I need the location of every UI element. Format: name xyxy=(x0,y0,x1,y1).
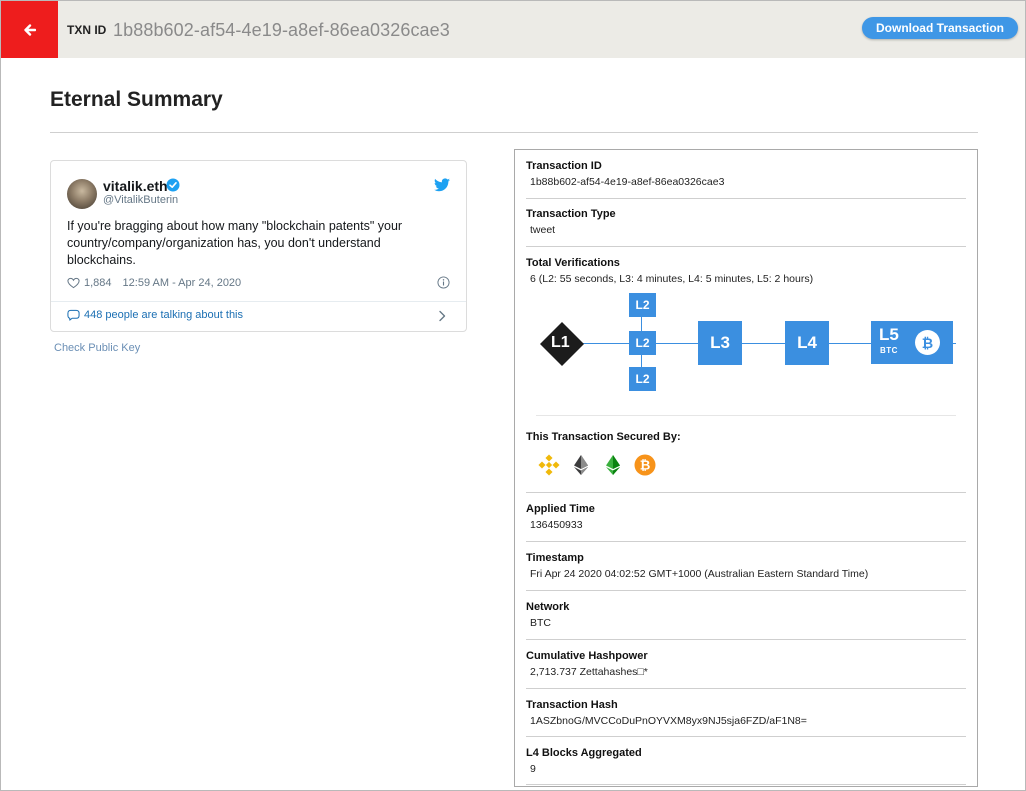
applied-time-value: 136450933 xyxy=(530,519,583,531)
divider xyxy=(526,639,966,640)
transaction-type-section: Transaction Type tweet xyxy=(526,208,966,236)
secured-by-section: This Transaction Secured By: xyxy=(526,431,966,443)
back-button[interactable] xyxy=(1,1,58,58)
total-verifications-label: Total Verifications xyxy=(526,257,620,269)
network-value: BTC xyxy=(530,617,551,629)
l2-node-bottom: L2 xyxy=(629,367,656,391)
l4-node: L4 xyxy=(785,321,829,365)
tweet-author-name[interactable]: vitalik.eth xyxy=(103,178,168,194)
top-bar: TXN ID 1b88b602-af54-4e19-a8ef-86ea0326c… xyxy=(1,1,1025,58)
applied-time-label: Applied Time xyxy=(526,503,595,515)
timestamp-label: Timestamp xyxy=(526,552,584,564)
l3-node: L3 xyxy=(698,321,742,365)
comment-icon xyxy=(67,309,80,321)
l4-blocks-value: 9 xyxy=(530,763,536,775)
l2-node-middle: L2 xyxy=(629,331,656,355)
tweet-datetime[interactable]: 12:59 AM - Apr 24, 2020 xyxy=(123,277,242,289)
l2-node-top: L2 xyxy=(629,293,656,317)
network-label: Network xyxy=(526,601,570,613)
tweet-text: If you're bragging about how many "block… xyxy=(67,219,403,267)
hashpower-label: Cumulative Hashpower xyxy=(526,650,648,662)
transaction-id-section: Transaction ID 1b88b602-af54-4e19-a8ef-8… xyxy=(526,160,966,188)
transaction-id-value: 1b88b602-af54-4e19-a8ef-86ea0326cae3 xyxy=(530,176,725,188)
l4-blocks-label: L4 Blocks Aggregated xyxy=(526,747,642,759)
txn-id-value: 1b88b602-af54-4e19-a8ef-86ea0326cae3 xyxy=(113,20,450,40)
transaction-hash-value: 1ASZbnoG/MVCCoDuPnOYVXM8yx9NJ5sja6FZD/aF… xyxy=(530,715,807,727)
l5-node: L5 BTC ₿ xyxy=(871,321,953,364)
l1-label: L1 xyxy=(551,334,570,351)
verification-diagram: L1 L2 L2 L2 L3 L4 L5 BTC ₿ xyxy=(526,290,966,394)
page-title: Eternal Summary xyxy=(50,88,223,111)
binance-icon xyxy=(538,454,560,476)
divider xyxy=(526,492,966,493)
info-icon[interactable] xyxy=(437,276,450,289)
ethereum-icon xyxy=(606,455,620,475)
l5-label: L5 xyxy=(879,325,899,344)
transaction-hash-label: Transaction Hash xyxy=(526,699,618,711)
applied-time-section: Applied Time 136450933 xyxy=(526,503,966,531)
bitcoin-icon: ₿ xyxy=(915,330,940,355)
divider xyxy=(526,590,966,591)
transaction-type-label: Transaction Type xyxy=(526,208,616,220)
chevron-right-icon[interactable] xyxy=(438,310,446,322)
divider xyxy=(536,415,956,416)
tweet-author-handle[interactable]: @VitalikButerin xyxy=(103,194,178,206)
l4-blocks-section: L4 Blocks Aggregated 9 xyxy=(526,747,966,775)
transaction-hash-section: Transaction Hash 1ASZbnoG/MVCCoDuPnOYVXM… xyxy=(526,699,966,727)
transaction-id-label: Transaction ID xyxy=(526,160,602,172)
txn-id-label: TXN ID xyxy=(67,23,107,37)
total-verifications-value: 6 (L2: 55 seconds, L3: 4 minutes, L4: 5 … xyxy=(530,273,814,285)
verified-icon xyxy=(166,178,180,192)
like-count[interactable]: 1,884 xyxy=(84,277,112,289)
bitcoin-icon: ₿ xyxy=(634,454,656,476)
transaction-type-value: tweet xyxy=(530,224,556,236)
divider xyxy=(526,541,966,542)
heart-icon[interactable] xyxy=(67,277,80,289)
ethereum-classic-icon xyxy=(574,455,588,475)
network-section: Network BTC xyxy=(526,601,966,629)
tweet-divider xyxy=(51,301,466,302)
tweet-conversation-link[interactable]: 448 people are talking about this xyxy=(67,309,243,321)
tweet-card[interactable]: vitalik.eth @VitalikButerin If you're br… xyxy=(50,160,467,332)
transaction-details-panel: Transaction ID 1b88b602-af54-4e19-a8ef-8… xyxy=(514,149,978,787)
secured-by-label: This Transaction Secured By: xyxy=(526,431,681,443)
hashpower-section: Cumulative Hashpower 2,713.737 Zettahash… xyxy=(526,650,966,678)
divider xyxy=(526,784,966,785)
hashpower-value: 2,713.737 Zettahashes□* xyxy=(530,666,648,678)
secured-by-coins: ₿ xyxy=(538,454,656,476)
l5-network-label: BTC xyxy=(880,346,898,355)
timestamp-section: Timestamp Fri Apr 24 2020 04:02:52 GMT+1… xyxy=(526,552,966,580)
arrow-left-icon xyxy=(23,23,36,36)
download-transaction-button[interactable]: Download Transaction xyxy=(862,17,1018,39)
twitter-bird-icon[interactable] xyxy=(434,178,450,192)
avatar[interactable] xyxy=(67,179,97,209)
tweet-meta: 1,884 12:59 AM - Apr 24, 2020 xyxy=(67,277,241,289)
divider xyxy=(526,736,966,737)
app-window: TXN ID 1b88b602-af54-4e19-a8ef-86ea0326c… xyxy=(0,0,1026,791)
title-divider xyxy=(50,132,978,133)
check-public-key-link[interactable]: Check Public Key xyxy=(54,342,140,354)
total-verifications-section: Total Verifications 6 (L2: 55 seconds, L… xyxy=(526,257,966,285)
divider xyxy=(526,198,966,199)
divider xyxy=(526,246,966,247)
timestamp-value: Fri Apr 24 2020 04:02:52 GMT+1000 (Austr… xyxy=(530,568,869,580)
divider xyxy=(526,688,966,689)
svg-text:₿: ₿ xyxy=(640,459,651,474)
tweet-talking-count: 448 people are talking about this xyxy=(84,309,244,321)
